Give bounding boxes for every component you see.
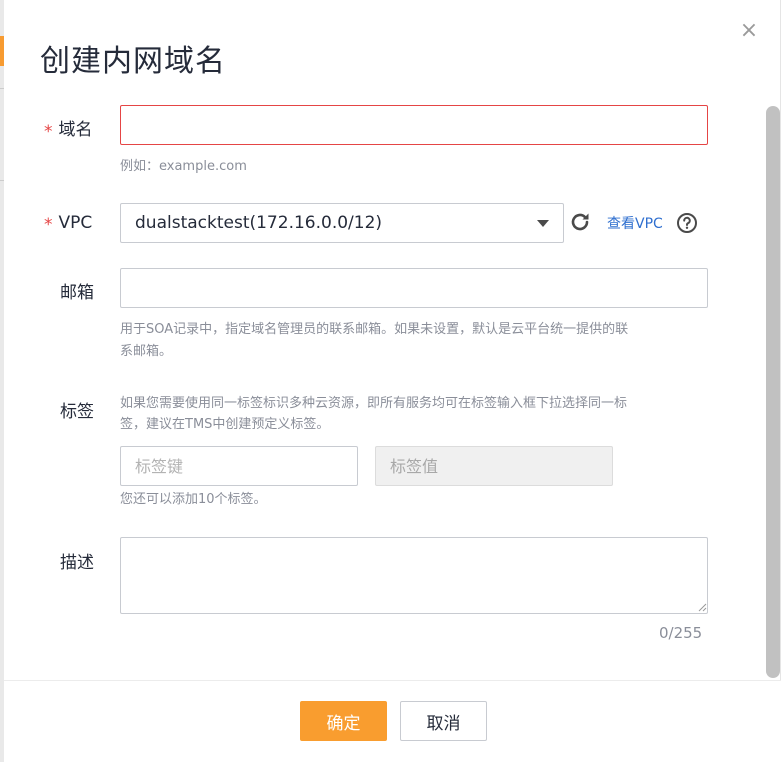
view-vpc-link[interactable]: 查看VPC: [607, 213, 663, 233]
scrollbar[interactable]: [766, 106, 780, 678]
close-icon[interactable]: ×: [738, 18, 760, 44]
tags-label: 标签: [60, 402, 94, 422]
refresh-icon[interactable]: [568, 210, 592, 234]
tags-remaining-hint: 您还可以添加10个标签。: [120, 492, 267, 507]
domain-hint: 例如：example.com: [120, 159, 247, 174]
description-textarea[interactable]: [120, 537, 708, 614]
resize-grip-icon[interactable]: [698, 603, 707, 612]
vpc-select[interactable]: dualstacktest(172.16.0.0/12): [120, 203, 564, 243]
dialog-footer: 确定 取消: [4, 680, 781, 762]
tags-desc-line2: 签，建议在TMS中创建预定义标签。: [120, 417, 330, 432]
cancel-button[interactable]: 取消: [400, 701, 487, 741]
vpc-selected-value: dualstacktest(172.16.0.0/12): [135, 213, 383, 233]
domain-label: * 域名: [44, 120, 93, 142]
tag-key-input[interactable]: [120, 446, 358, 486]
email-hint-line2: 系邮箱。: [120, 344, 173, 359]
description-label: 描述: [60, 553, 94, 573]
email-hint-line1: 用于SOA记录中，指定域名管理员的联系邮箱。如果未设置，默认是云平台统一提供的联: [120, 322, 629, 337]
required-mark: *: [44, 215, 53, 235]
tags-desc-line1: 如果您需要使用同一标签标识多种云资源，即所有服务均可在标签输入框下拉选择同一标: [120, 396, 628, 411]
chevron-down-icon: [537, 220, 549, 227]
tag-value-input[interactable]: [375, 446, 613, 486]
email-input[interactable]: [120, 268, 708, 308]
domain-name-input[interactable]: [120, 105, 708, 145]
help-icon[interactable]: [676, 212, 698, 234]
email-label: 邮箱: [60, 283, 94, 303]
confirm-button[interactable]: 确定: [300, 701, 387, 741]
vpc-label: * VPC: [44, 213, 93, 235]
dialog-title: 创建内网域名: [40, 44, 226, 79]
required-mark: *: [44, 122, 53, 142]
description-char-counter: 0/255: [659, 624, 703, 642]
create-private-domain-dialog: 创建内网域名 × * 域名 例如：example.com * VPC dualsta…: [4, 0, 781, 762]
